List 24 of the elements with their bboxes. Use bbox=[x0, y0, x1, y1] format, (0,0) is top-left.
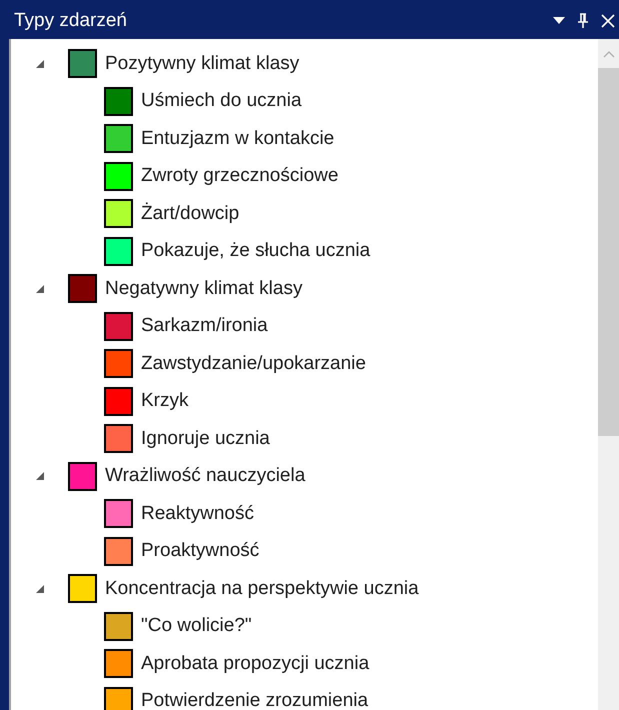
tree-item-label[interactable]: Entuzjazm w kontakcie bbox=[141, 124, 334, 153]
pin-icon[interactable] bbox=[577, 13, 589, 29]
tree-item-label[interactable]: Koncentracja na perspektywie ucznia bbox=[105, 574, 419, 603]
window-title: Typy zdarzeń bbox=[13, 8, 127, 33]
dropdown-icon[interactable] bbox=[553, 17, 565, 25]
tree-item-label[interactable]: Potwierdzenie zrozumienia bbox=[141, 687, 368, 710]
scrollbar[interactable] bbox=[598, 39, 619, 710]
tree-item-label[interactable]: Pokazuje, że słucha ucznia bbox=[141, 237, 370, 266]
tree-item-label[interactable]: Negatywny klimat klasy bbox=[105, 274, 302, 303]
scrollbar-thumb[interactable] bbox=[598, 68, 619, 436]
tree-item-label[interactable]: Reaktywność bbox=[141, 500, 254, 528]
tree-item-label[interactable]: Sarkazm/ironia bbox=[141, 312, 268, 340]
tree-item-label[interactable]: Zawstydzanie/upokarzanie bbox=[141, 350, 366, 378]
tree-item-label[interactable]: Pozytywny klimat klasy bbox=[105, 50, 300, 78]
tree-item-label[interactable]: "Co wolicie?" bbox=[141, 612, 252, 640]
tree-item-label[interactable]: Aprobata propozycji ucznia bbox=[141, 650, 370, 678]
tree-item-label[interactable]: Żart/dowcip bbox=[141, 200, 240, 228]
tree-item-label[interactable]: Proaktywność bbox=[141, 537, 260, 566]
tree-item-label[interactable]: Ignoruje ucznia bbox=[141, 424, 270, 453]
tree-item-label[interactable]: Zwroty grzecznościowe bbox=[141, 162, 338, 190]
tree-item-label[interactable]: Wrażliwość nauczyciela bbox=[105, 462, 306, 490]
tree-item-label[interactable]: Krzyk bbox=[141, 387, 188, 416]
close-icon[interactable] bbox=[601, 14, 615, 28]
tree-item-label[interactable]: Uśmiech do ucznia bbox=[141, 87, 302, 116]
